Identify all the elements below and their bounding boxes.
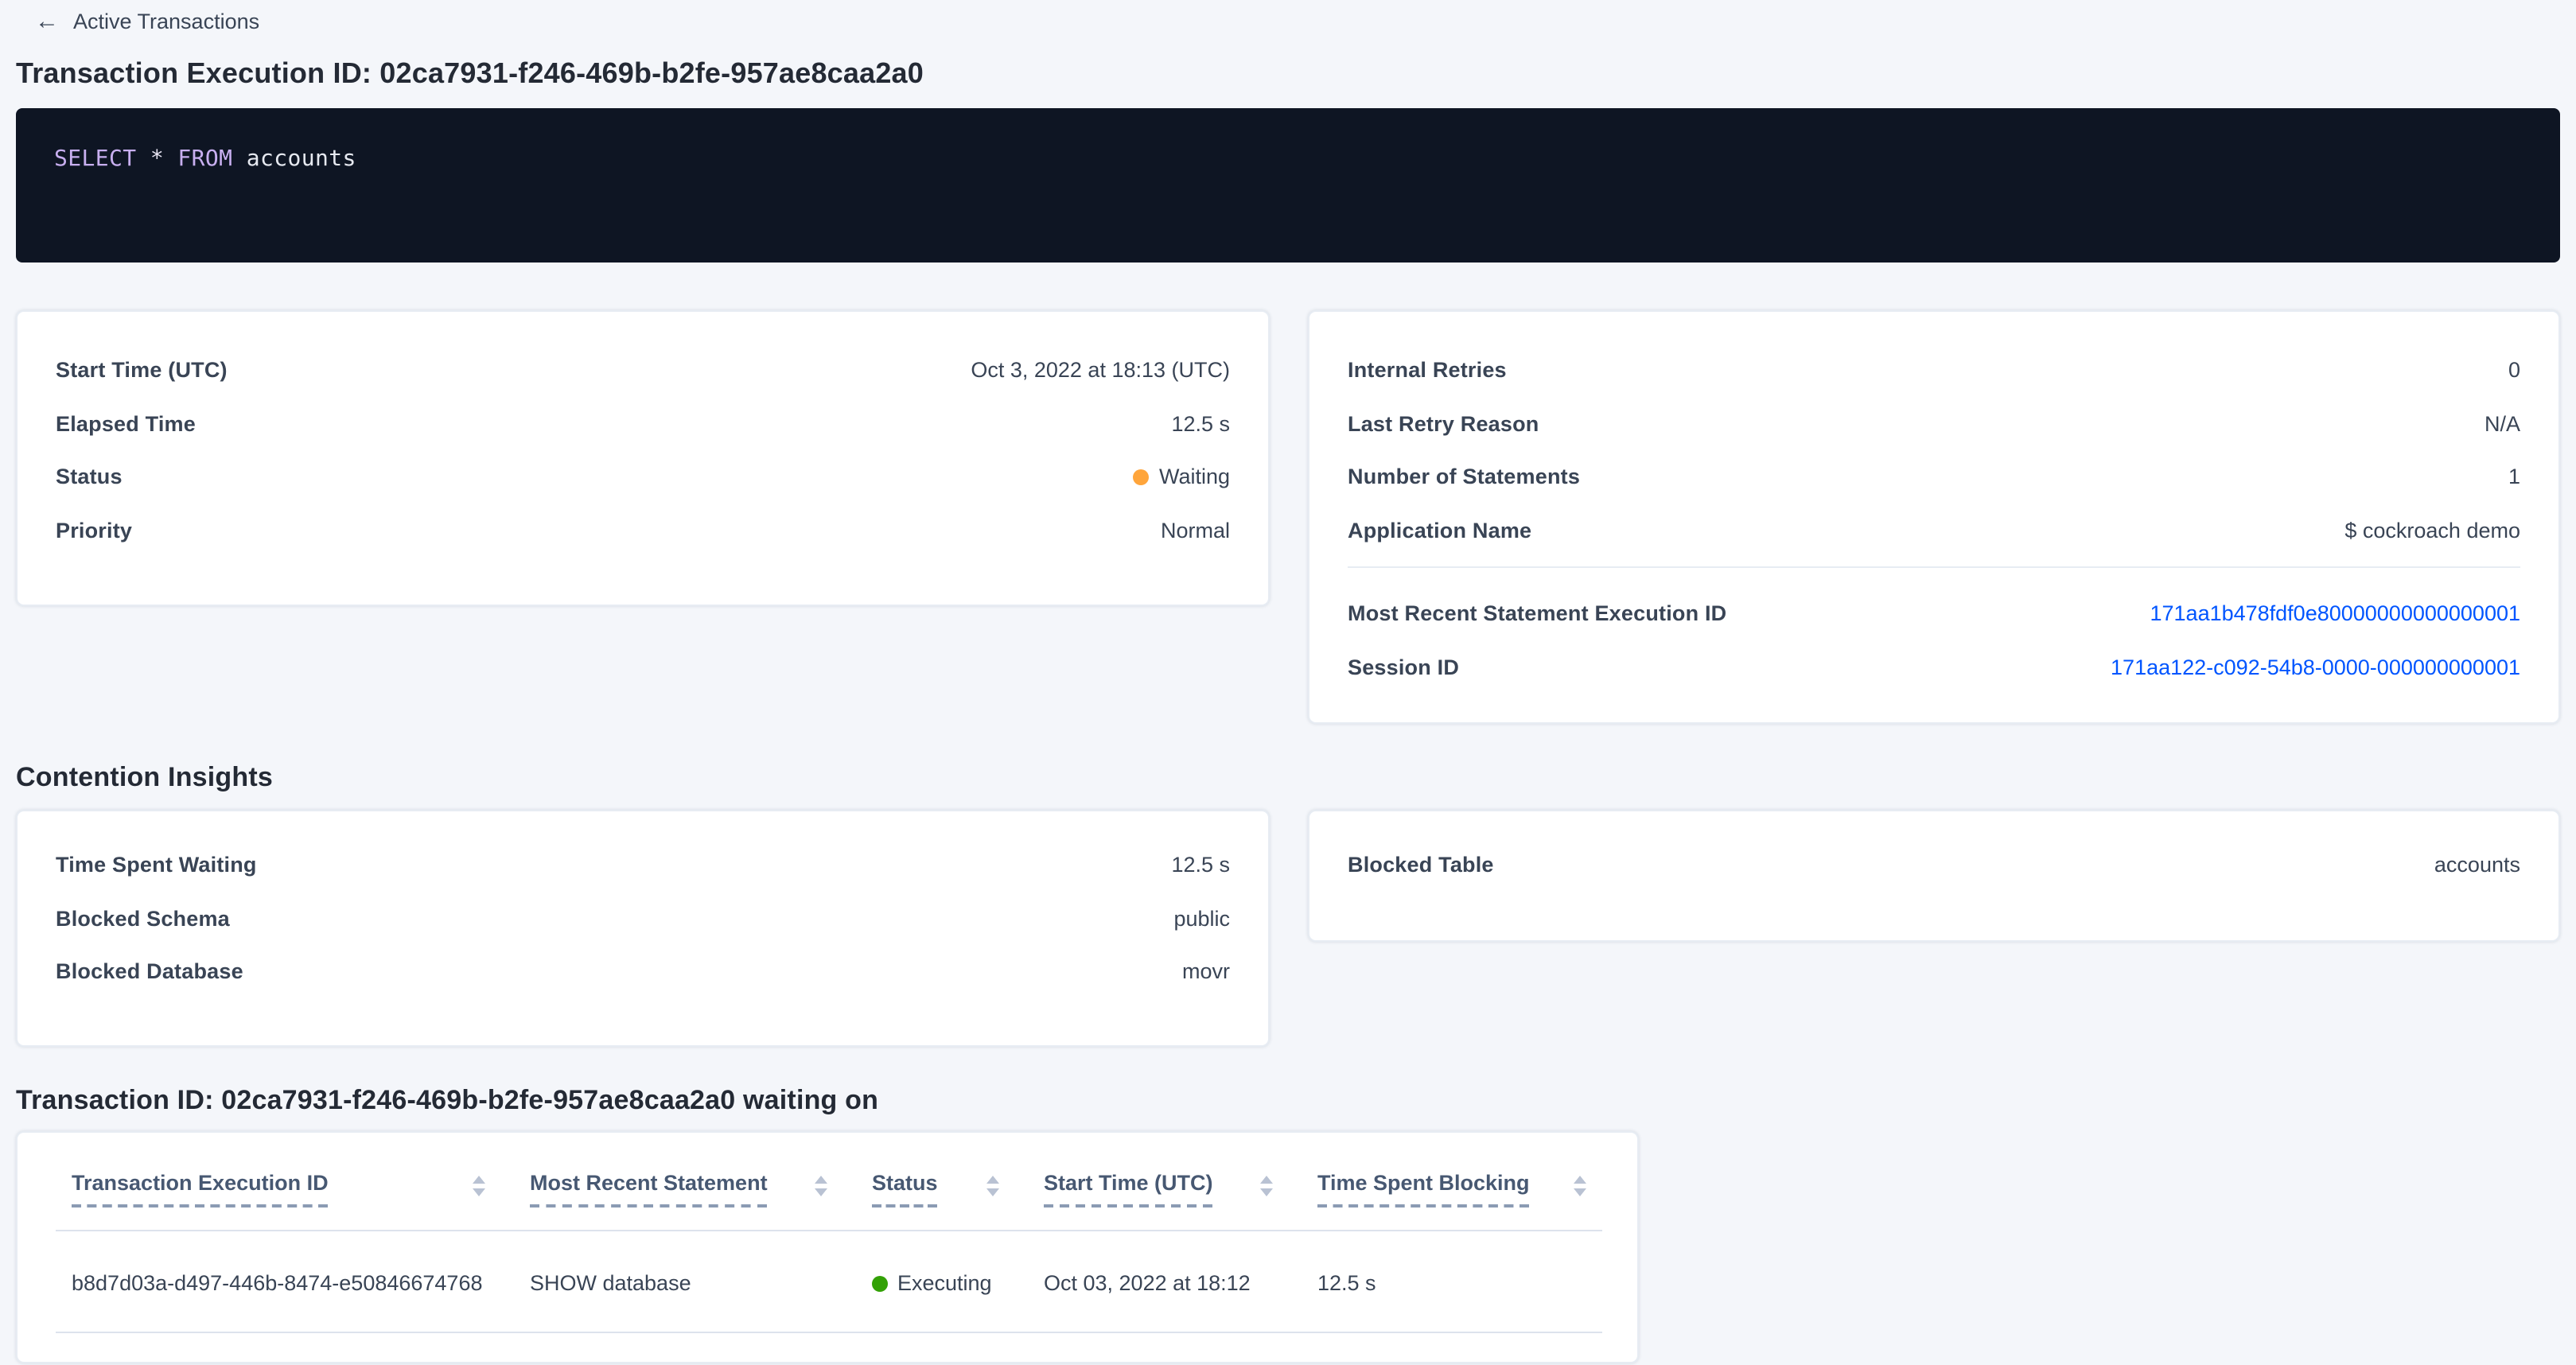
details-card: Internal Retries 0 Last Retry Reason N/A… — [1308, 310, 2560, 724]
executing-status-dot-icon — [872, 1276, 888, 1292]
sort-icon[interactable] — [986, 1176, 999, 1196]
kv-label: Blocked Database — [56, 960, 243, 984]
kv-row-blocked-table: Blocked Table accounts — [1348, 838, 2520, 892]
kv-row-time-spent-waiting: Time Spent Waiting 12.5 s — [56, 838, 1230, 892]
status-text: Waiting — [1159, 465, 1230, 489]
cell-most-recent-statement: SHOW database — [530, 1231, 872, 1332]
sql-star: * — [150, 146, 164, 172]
kv-label: Most Recent Statement Execution ID — [1348, 602, 1726, 626]
kv-label: Time Spent Waiting — [56, 854, 257, 877]
sql-statement-box: SELECT * FROM accounts — [16, 108, 2560, 262]
waiting-transactions-table: Transaction Execution ID Most Recent Sta… — [56, 1158, 1602, 1333]
kv-value: 12.5 s — [1171, 854, 1230, 877]
waiting-on-heading: Transaction ID: 02ca7931-f246-469b-b2fe-… — [16, 1085, 2560, 1117]
kv-value: 0 — [2508, 359, 2520, 383]
contention-insights-heading: Contention Insights — [16, 762, 2560, 794]
kv-row-start-time: Start Time (UTC) Oct 3, 2022 at 18:13 (U… — [56, 344, 1230, 397]
cell-time-spent-blocking: 12.5 s — [1317, 1231, 1602, 1332]
kv-row-internal-retries: Internal Retries 0 — [1348, 344, 2520, 397]
kv-row-application-name: Application Name $ cockroach demo — [1348, 504, 2520, 557]
column-header-label: Status — [872, 1171, 938, 1208]
kv-row-statement-execution-id: Most Recent Statement Execution ID 171aa… — [1348, 587, 2520, 640]
kv-value: 12.5 s — [1171, 412, 1230, 436]
kv-row-elapsed-time: Elapsed Time 12.5 s — [56, 397, 1230, 450]
sql-keyword: FROM — [177, 146, 232, 172]
column-header-start-time[interactable]: Start Time (UTC) — [1044, 1158, 1317, 1231]
kv-label: Application Name — [1348, 519, 1531, 542]
kv-value: public — [1173, 907, 1230, 931]
kv-value: movr — [1182, 960, 1230, 984]
cell-start-time: Oct 03, 2022 at 18:12 — [1044, 1231, 1317, 1332]
kv-row-number-of-statements: Number of Statements 1 — [1348, 450, 2520, 504]
column-header-label: Time Spent Blocking — [1317, 1171, 1530, 1208]
kv-row-session-id: Session ID 171aa122-c092-54b8-0000-00000… — [1348, 640, 2520, 694]
kv-label: Internal Retries — [1348, 359, 1507, 383]
column-header-status[interactable]: Status — [872, 1158, 1044, 1231]
sql-table-name: accounts — [247, 146, 356, 172]
cell-transaction-execution-id: b8d7d03a-d497-446b-8474-e50846674768 — [56, 1231, 530, 1332]
kv-row-blocked-schema: Blocked Schema public — [56, 892, 1230, 945]
kv-label: Priority — [56, 519, 132, 542]
kv-value: Normal — [1161, 519, 1230, 542]
kv-row-last-retry-reason: Last Retry Reason N/A — [1348, 397, 2520, 450]
waiting-status-dot-icon — [1134, 470, 1150, 486]
kv-label: Last Retry Reason — [1348, 412, 1539, 436]
sort-icon[interactable] — [1574, 1176, 1586, 1196]
kv-label: Number of Statements — [1348, 465, 1580, 489]
cell-status: Executing — [872, 1231, 1044, 1332]
back-arrow-icon: ← — [35, 10, 59, 33]
column-header-label: Most Recent Statement — [530, 1171, 768, 1208]
transaction-details-page: ← Active Transactions Transaction Execut… — [0, 0, 2576, 1365]
column-header-label: Transaction Execution ID — [72, 1171, 329, 1208]
column-header-transaction-execution-id[interactable]: Transaction Execution ID — [56, 1158, 530, 1231]
column-header-label: Start Time (UTC) — [1044, 1171, 1213, 1208]
sort-icon[interactable] — [473, 1176, 485, 1196]
card-divider — [1348, 566, 2520, 568]
kv-value: 1 — [2508, 465, 2520, 489]
page-title: Transaction Execution ID: 02ca7931-f246-… — [16, 57, 2560, 91]
sql-keyword: SELECT — [54, 146, 137, 172]
kv-value: accounts — [2434, 854, 2520, 877]
kv-label: Blocked Schema — [56, 907, 230, 931]
back-link[interactable]: ← Active Transactions — [0, 0, 259, 33]
kv-value: $ cockroach demo — [2344, 519, 2520, 542]
kv-label: Session ID — [1348, 655, 1459, 679]
kv-value: Oct 3, 2022 at 18:13 (UTC) — [971, 359, 1230, 383]
sort-icon[interactable] — [1260, 1176, 1273, 1196]
sql-statement: SELECT * FROM accounts — [54, 146, 356, 172]
kv-label: Start Time (UTC) — [56, 359, 228, 383]
table-row: b8d7d03a-d497-446b-8474-e50846674768 SHO… — [56, 1231, 1602, 1332]
table-header-row: Transaction Execution ID Most Recent Sta… — [56, 1158, 1602, 1231]
kv-row-priority: Priority Normal — [56, 504, 1230, 557]
waiting-transactions-table-card: Transaction Execution ID Most Recent Sta… — [16, 1131, 1639, 1363]
contention-right-card: Blocked Table accounts — [1308, 810, 2560, 942]
kv-row-status: Status Waiting — [56, 450, 1230, 504]
column-header-most-recent-statement[interactable]: Most Recent Statement — [530, 1158, 872, 1231]
sort-icon[interactable] — [815, 1176, 827, 1196]
status-value: Waiting — [1134, 465, 1230, 489]
session-id-link[interactable]: 171aa122-c092-54b8-0000-000000000001 — [2111, 655, 2520, 679]
statement-execution-id-link[interactable]: 171aa1b478fdf0e80000000000000001 — [2150, 602, 2521, 626]
kv-label: Blocked Table — [1348, 854, 1494, 877]
kv-value: N/A — [2485, 412, 2520, 436]
contention-left-card: Time Spent Waiting 12.5 s Blocked Schema… — [16, 810, 1270, 1047]
kv-row-blocked-database: Blocked Database movr — [56, 945, 1230, 998]
status-text: Executing — [897, 1271, 992, 1295]
kv-label: Elapsed Time — [56, 412, 196, 436]
column-header-time-spent-blocking[interactable]: Time Spent Blocking — [1317, 1158, 1602, 1231]
back-link-label: Active Transactions — [73, 10, 259, 33]
kv-label: Status — [56, 465, 123, 489]
overview-card: Start Time (UTC) Oct 3, 2022 at 18:13 (U… — [16, 310, 1270, 606]
